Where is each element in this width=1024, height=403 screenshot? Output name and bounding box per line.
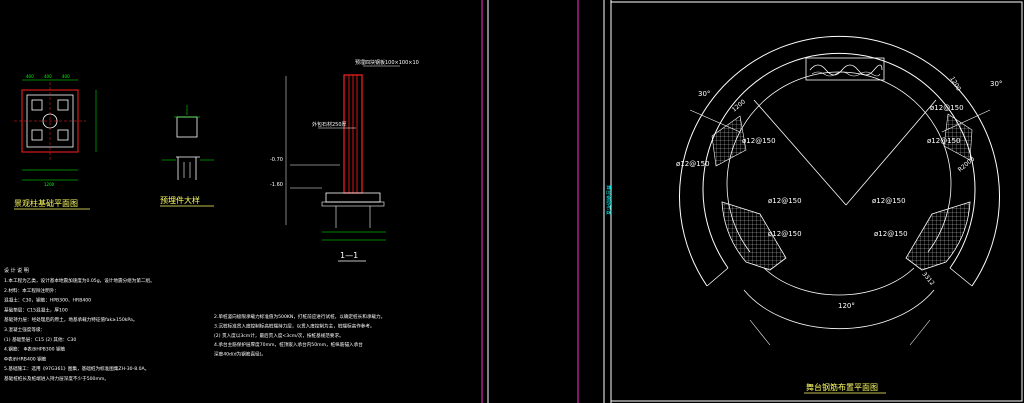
plan-title: 景观柱基础平面图 — [14, 198, 78, 208]
notes-right-line: 4.承台主筋保护层厚度70mm，桩顶嵌入承台内50mm，桩纵筋锚入承台 — [214, 341, 363, 348]
notes-right-line: 深度40d(d为钢筋直径)。 — [214, 351, 266, 358]
notes-left-line: 3.混凝土强度等级： — [4, 326, 45, 333]
rebar-label-1: ø12@150 — [930, 104, 964, 112]
foundation-plan: 400 400 400 1200 景观柱基础平面图 — [14, 74, 97, 210]
mesh-zone-upper-left — [711, 115, 747, 167]
dim-label-2: 1200 — [948, 76, 962, 93]
notes-left-column: 1.本工程为乙类，设计基本地震加速度为0.05g，设计地震分组为第二组。 2.材料… — [4, 277, 155, 382]
section-1-1: 预埋四块钢板100×100×10 外包石材250厚 -0.70 -1.60 1—… — [270, 59, 419, 262]
stage-rebar-plan: 30° 30° 120° 1200 1200 R2000 3312 ø12@15… — [676, 35, 1002, 394]
notes-heading: 设 计 说 明 — [4, 267, 29, 274]
rebar-label-3: ø12@150 — [927, 137, 961, 145]
notes-left-line: 基础持力层：经处理后的原土，地基承载力特征值fak≥150kPa。 — [4, 316, 137, 323]
notes-left-line: 基础桩桩长及桩端进入持力层深度不少于500mm。 — [4, 375, 109, 382]
notes-left-line: 2.材料：本工程除注明外： — [4, 287, 59, 294]
rebar-label-6: ø12@150 — [872, 197, 906, 205]
section-label-top: 预埋四块钢板100×100×10 — [355, 59, 419, 66]
rebar-label-5: ø12@150 — [768, 197, 802, 205]
section-label-mid: 外包石材250厚 — [312, 121, 347, 128]
stage-plan-title: 舞台钢筋布置平面图 — [806, 382, 878, 392]
mesh-zone-right — [905, 201, 971, 271]
notes-left-line: Ф表示HRB400 钢筋 — [4, 355, 47, 362]
design-notes: 设 计 说 明 1.本工程为乙类，设计基本地震加速度为0.05g，设计地震分组为… — [4, 267, 385, 382]
angle-bottom: 120° — [838, 302, 855, 310]
notes-right-line: 2.单桩竖向极限承载力标准值为500KN，打桩前应进行试桩，以确定桩长和承载力。 — [214, 313, 385, 320]
divider-text: 舞台钢筋布置 — [605, 185, 612, 215]
angle-right: 30° — [990, 80, 1002, 88]
notes-left-line: 4.钢筋： Φ表示HPB300 钢筋 — [4, 346, 66, 353]
cad-drawing: 舞台钢筋布置 400 400 400 1200 景观柱基础平面图 预埋件大样 预… — [4, 0, 1023, 403]
notes-left-line: 基础垫层：C15混凝土，厚100 — [4, 306, 68, 313]
notes-right-line: (2) 贯入度以3cm计，最后贯入度<3cm/次，按桩基规范要求。 — [214, 332, 344, 339]
section-title: 1—1 — [340, 251, 358, 260]
plan-dim-1: 400 — [26, 74, 34, 79]
plan-dim-total: 1200 — [44, 182, 55, 187]
dim-label-4: 3312 — [920, 271, 935, 287]
right-sheet-frame — [610, 1, 1023, 402]
embed-detail: 预埋件大样 — [160, 105, 214, 207]
notes-left-line: 1.本工程为乙类，设计基本地震加速度为0.05g，设计地震分组为第二组。 — [4, 277, 155, 284]
rebar-label-2: ø12@150 — [742, 137, 776, 145]
notes-left-line: 5.基础施工：选用《97G361》图集，基础桩为标准图集ZH-30-8.0A。 — [4, 365, 149, 372]
embed-title: 预埋件大样 — [160, 195, 200, 205]
angle-left: 30° — [698, 90, 710, 98]
section-elev-2: -1.60 — [270, 182, 283, 188]
notes-right-line: 3.沉桩标准贯入度控制标高桩端持力层，以贯入度控制为主，桩端标高作参考。 — [214, 322, 375, 329]
notes-left-line: 混凝土：C30，钢筋：HPB300、HRB400 — [4, 297, 91, 304]
section-elev-1: -0.70 — [270, 157, 283, 163]
plan-dim-2: 400 — [44, 74, 52, 79]
plan-dim-3: 400 — [62, 74, 70, 79]
notes-left-line: (1) 基础垫层：C15 (2) 其他：C30 — [4, 336, 76, 343]
dim-label-1: 1200 — [731, 98, 747, 113]
rebar-label-4: ø12@150 — [676, 160, 710, 168]
rebar-label-7: ø12@150 — [768, 230, 802, 238]
notes-right-column: 2.单桩竖向极限承载力标准值为500KN，打桩前应进行试桩，以确定桩长和承载力。… — [214, 313, 385, 358]
rebar-label-8: ø12@150 — [874, 230, 908, 238]
